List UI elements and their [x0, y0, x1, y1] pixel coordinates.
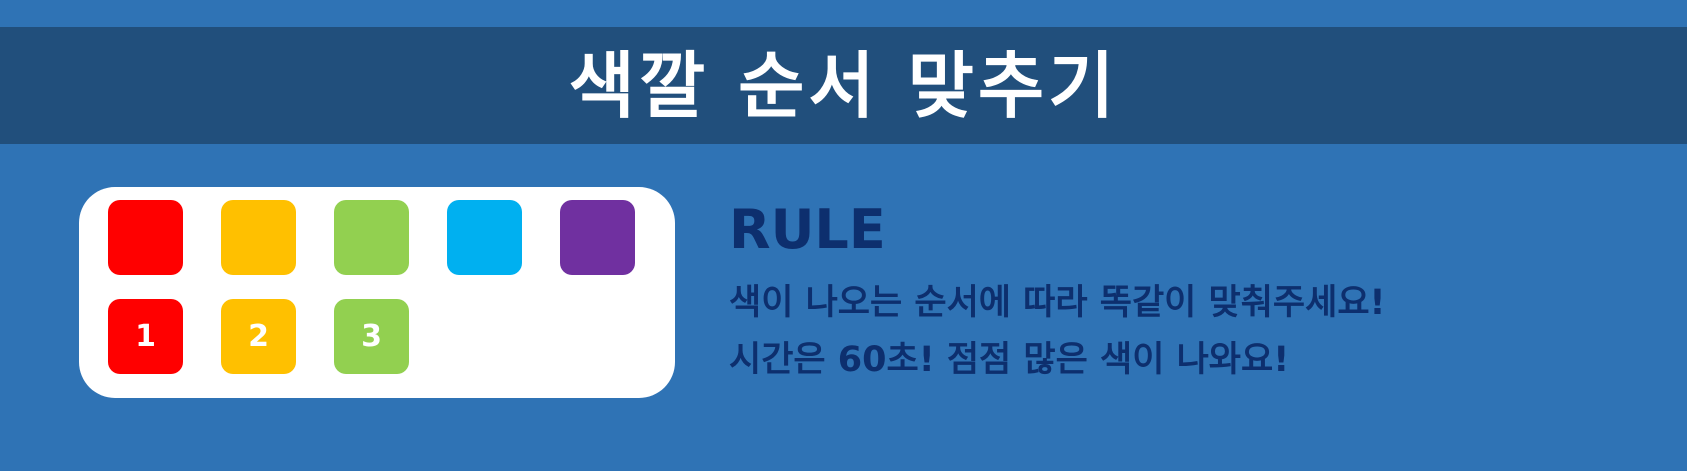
color-tile-5[interactable]	[560, 200, 635, 275]
game-title: 색깔 순서 맞추기	[568, 43, 1119, 128]
color-tile-1[interactable]	[108, 200, 183, 275]
sequence-tile-2: 2	[221, 299, 296, 374]
color-card: 123	[79, 187, 675, 398]
color-tile-3[interactable]	[334, 200, 409, 275]
rule-text-line-2: 시간은 60초! 점점 많은 색이 나와요!	[729, 340, 1290, 380]
color-tile-4[interactable]	[447, 200, 522, 275]
sequence-tile-1: 1	[108, 299, 183, 374]
rule-text-line-1: 색이 나오는 순서에 따라 똑같이 맞춰주세요!	[729, 283, 1386, 323]
color-tile-2[interactable]	[221, 200, 296, 275]
sequence-tile-3: 3	[334, 299, 409, 374]
rule-heading: RULE	[729, 198, 886, 261]
title-bar: 색깔 순서 맞추기	[0, 27, 1687, 144]
